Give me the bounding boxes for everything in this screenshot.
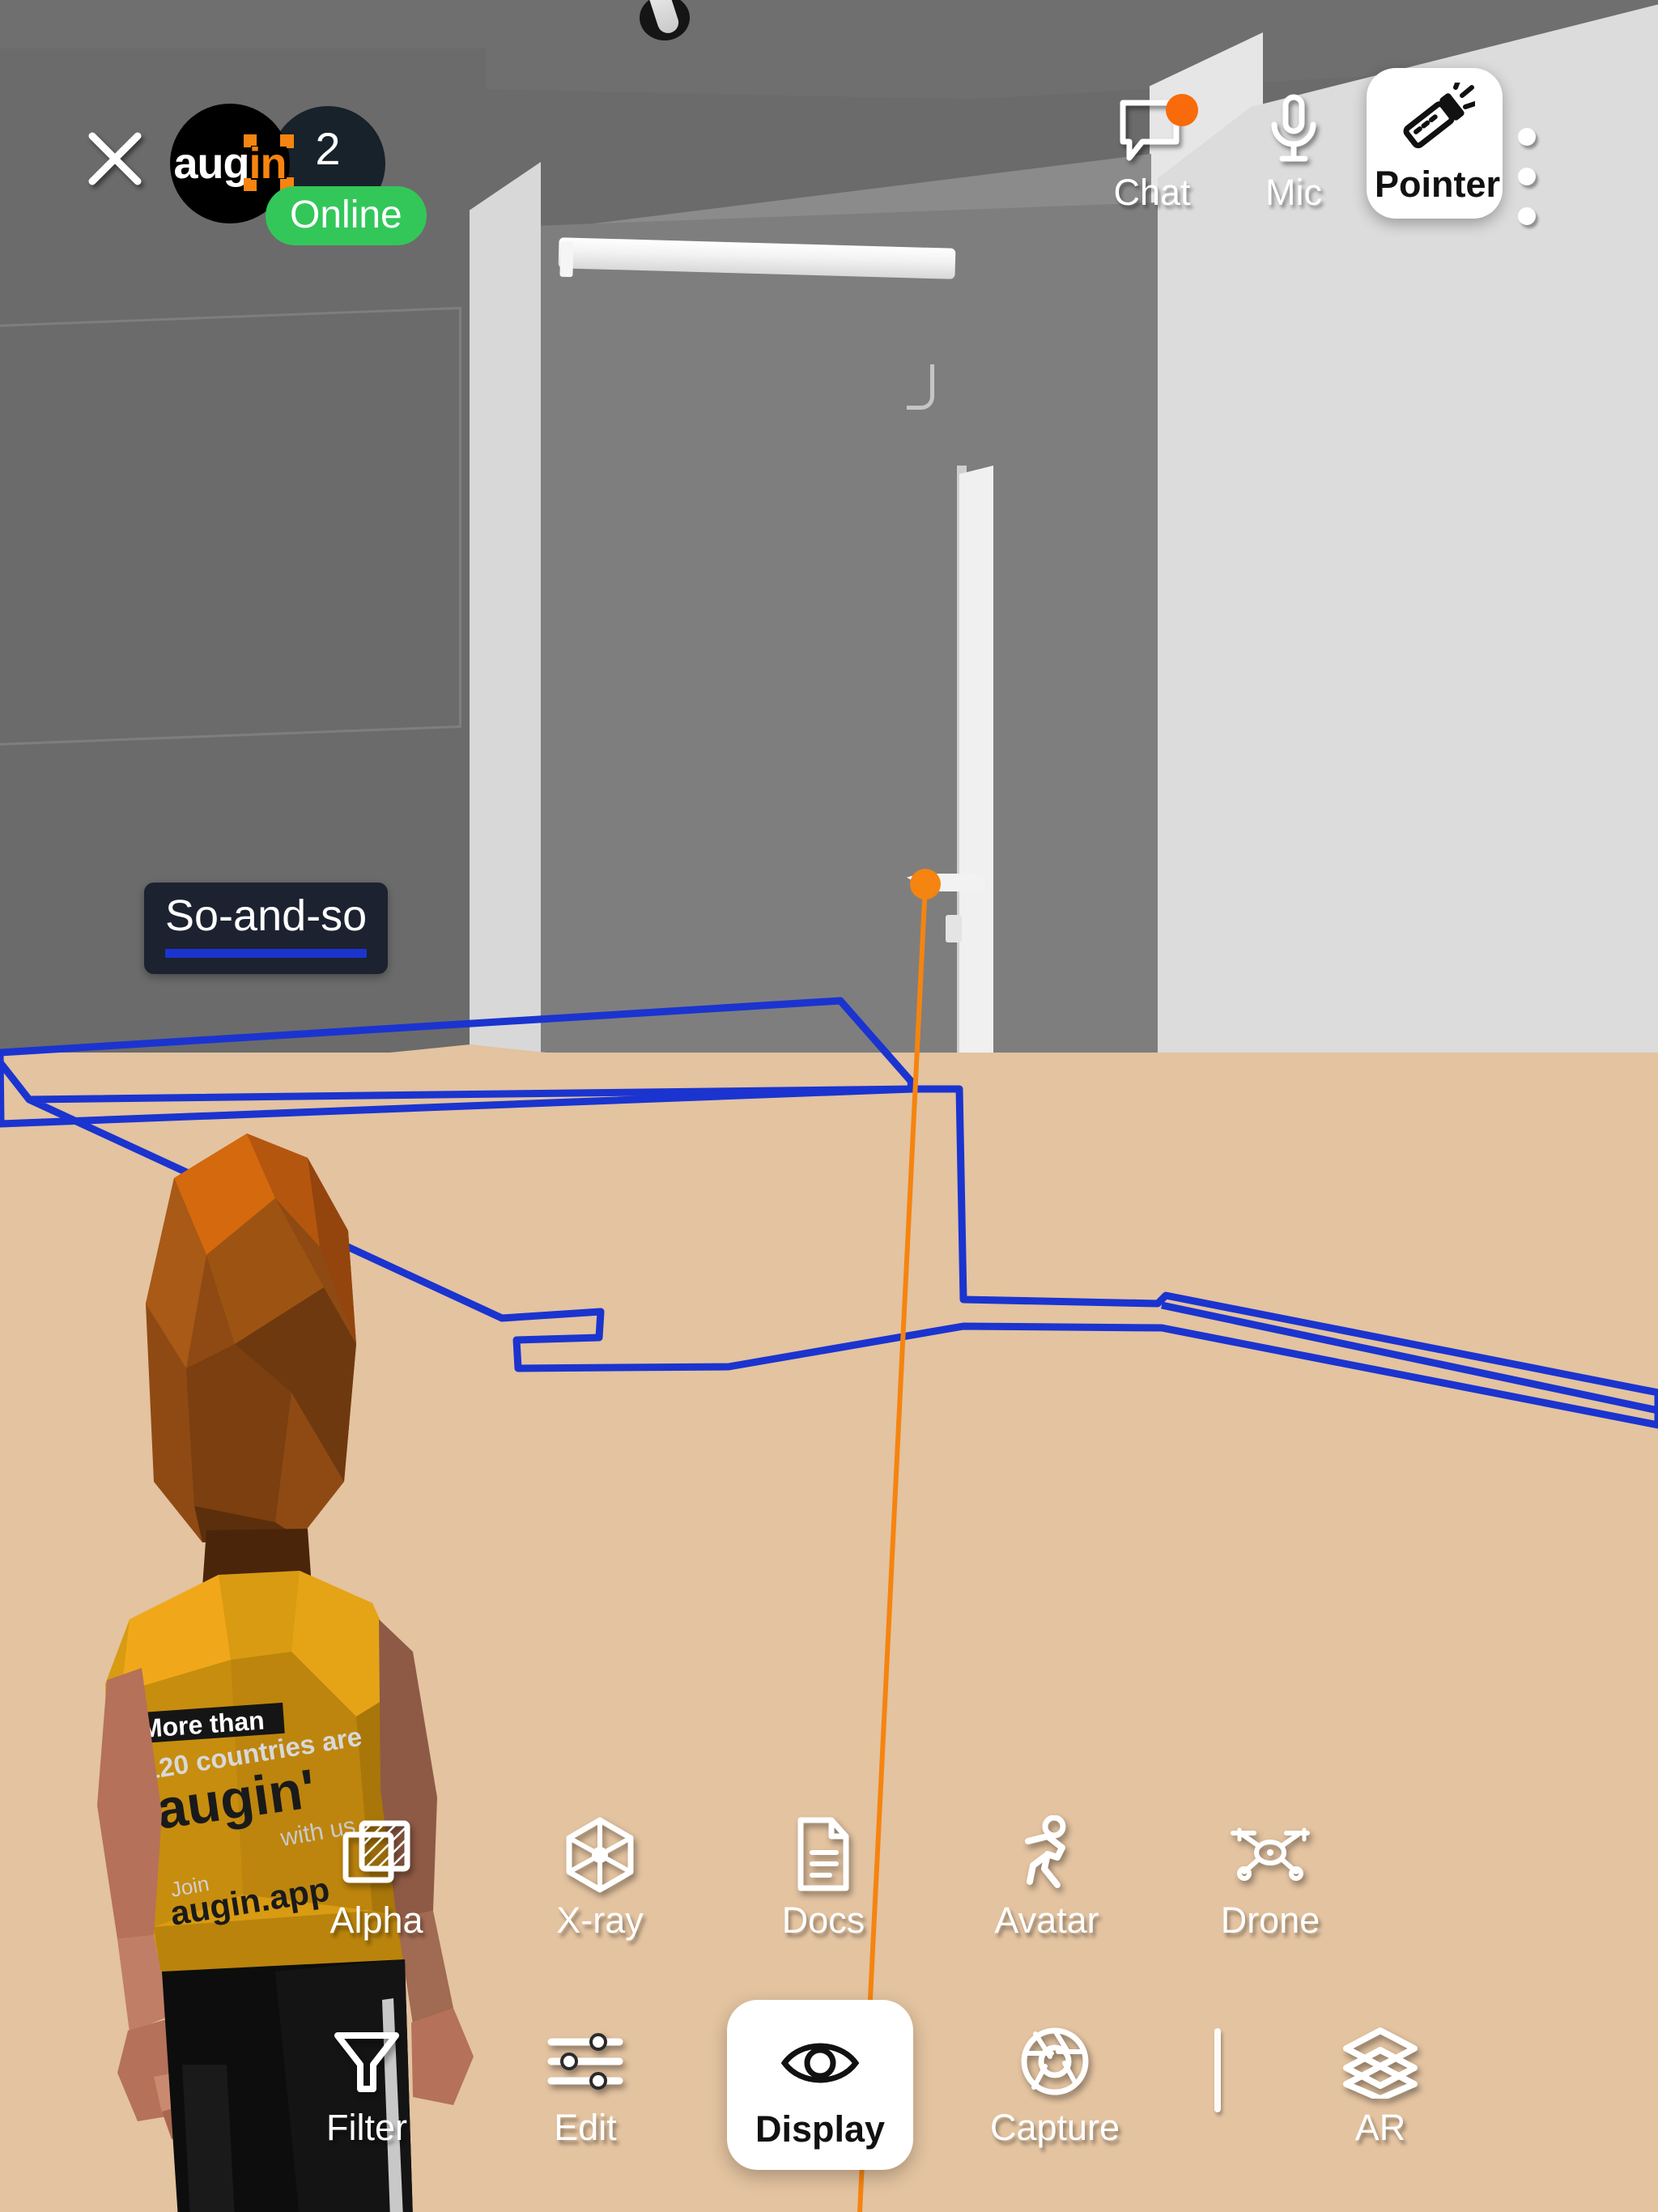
ar-icon-wrap <box>1303 2021 1457 2102</box>
docs-button[interactable]: Docs <box>746 1814 900 1942</box>
kebab-dot-1 <box>1518 128 1536 146</box>
logo-suffix-wrap: in <box>243 134 294 191</box>
close-session-button[interactable] <box>86 130 144 188</box>
chat-notification-dot <box>1166 94 1198 126</box>
top-toolbar: Chat Mic Pointer <box>946 68 1658 240</box>
logo-bracket-bl2 <box>243 178 251 191</box>
display-icon-wrap <box>733 2023 907 2104</box>
pointer-icon-wrap <box>1375 83 1494 160</box>
sliders-icon <box>547 2033 623 2090</box>
pointer-button[interactable]: Pointer <box>1367 68 1503 219</box>
display-button[interactable]: Display <box>727 2000 913 2170</box>
capture-button[interactable]: Capture <box>978 2021 1132 2149</box>
laser-pointer-icon <box>1403 83 1475 149</box>
alpha-label: Alpha <box>329 1899 423 1941</box>
alpha-icon-wrap <box>300 1814 453 1895</box>
microphone-icon <box>1271 94 1316 162</box>
logo-prefix: aug <box>173 139 249 188</box>
camera-aperture-icon <box>1021 2027 1089 2095</box>
menu-divider <box>1214 2028 1221 2112</box>
stacked-layers-icon <box>1343 2027 1418 2099</box>
docs-label: Docs <box>781 1899 865 1941</box>
augin-logo-text: augin <box>173 134 294 191</box>
filter-icon-wrap <box>290 2021 444 2102</box>
kebab-dot-2 <box>1518 168 1536 185</box>
logo-bracket-tr2 <box>286 134 294 148</box>
running-person-icon <box>1025 1815 1066 1888</box>
edit-label: Edit <box>554 2107 617 2148</box>
kebab-dot-3 <box>1518 207 1536 225</box>
bottom-menu-row-one: Alpha X-ray Docs Avatar Drone <box>300 1814 1347 1942</box>
chat-button[interactable]: Chat <box>1091 91 1213 214</box>
avatar-label: Avatar <box>994 1899 1099 1941</box>
mic-icon-wrap <box>1233 91 1354 168</box>
xray-button[interactable]: X-ray <box>523 1814 677 1942</box>
capture-icon-wrap <box>978 2021 1132 2102</box>
drone-icon-wrap <box>1193 1814 1347 1895</box>
xray-icon-wrap <box>523 1814 677 1895</box>
edit-icon-wrap <box>508 2021 662 2102</box>
close-icon <box>88 132 142 185</box>
online-status-badge: Online <box>266 186 427 245</box>
wireframe-cube-icon <box>566 1817 634 1893</box>
chat-label: Chat <box>1113 172 1191 213</box>
ar-session-screen: More than 120 countries are augin' with … <box>0 0 1658 2212</box>
drone-label: Drone <box>1220 1899 1320 1941</box>
chat-icon-wrap <box>1091 91 1213 168</box>
participant-count-label: 2 <box>315 123 341 174</box>
mic-button[interactable]: Mic <box>1233 91 1354 214</box>
filter-label: Filter <box>326 2107 407 2148</box>
eye-icon <box>780 2043 860 2083</box>
drone-button[interactable]: Drone <box>1193 1814 1347 1942</box>
avatar-button[interactable]: Avatar <box>970 1814 1124 1942</box>
alpha-button[interactable]: Alpha <box>300 1814 453 1942</box>
bottom-menu-row-two: Filter Edit Display Capture AR <box>290 2000 1457 2170</box>
display-label: Display <box>755 2108 886 2150</box>
online-status-label: Online <box>290 194 402 236</box>
funnel-icon <box>334 2032 399 2092</box>
xray-label: X-ray <box>556 1899 644 1941</box>
layers-hatched-icon <box>342 1820 410 1883</box>
avatar-icon-wrap <box>970 1814 1124 1895</box>
docs-icon-wrap <box>746 1814 900 1895</box>
quadcopter-drone-icon <box>1231 1827 1310 1881</box>
ar-label: AR <box>1354 2107 1406 2148</box>
document-icon <box>797 1817 849 1891</box>
ui-overlay: 2 augin Online Chat Mic Pointer Alpha X-… <box>0 0 1658 2212</box>
capture-label: Capture <box>989 2107 1120 2148</box>
ar-button[interactable]: AR <box>1303 2021 1457 2149</box>
filter-button[interactable]: Filter <box>290 2021 444 2149</box>
edit-button[interactable]: Edit <box>508 2021 662 2149</box>
pointer-label: Pointer <box>1375 164 1501 205</box>
overflow-menu-button[interactable] <box>1511 128 1543 225</box>
logo-bracket-tl2 <box>243 134 251 147</box>
mic-label: Mic <box>1265 172 1322 213</box>
